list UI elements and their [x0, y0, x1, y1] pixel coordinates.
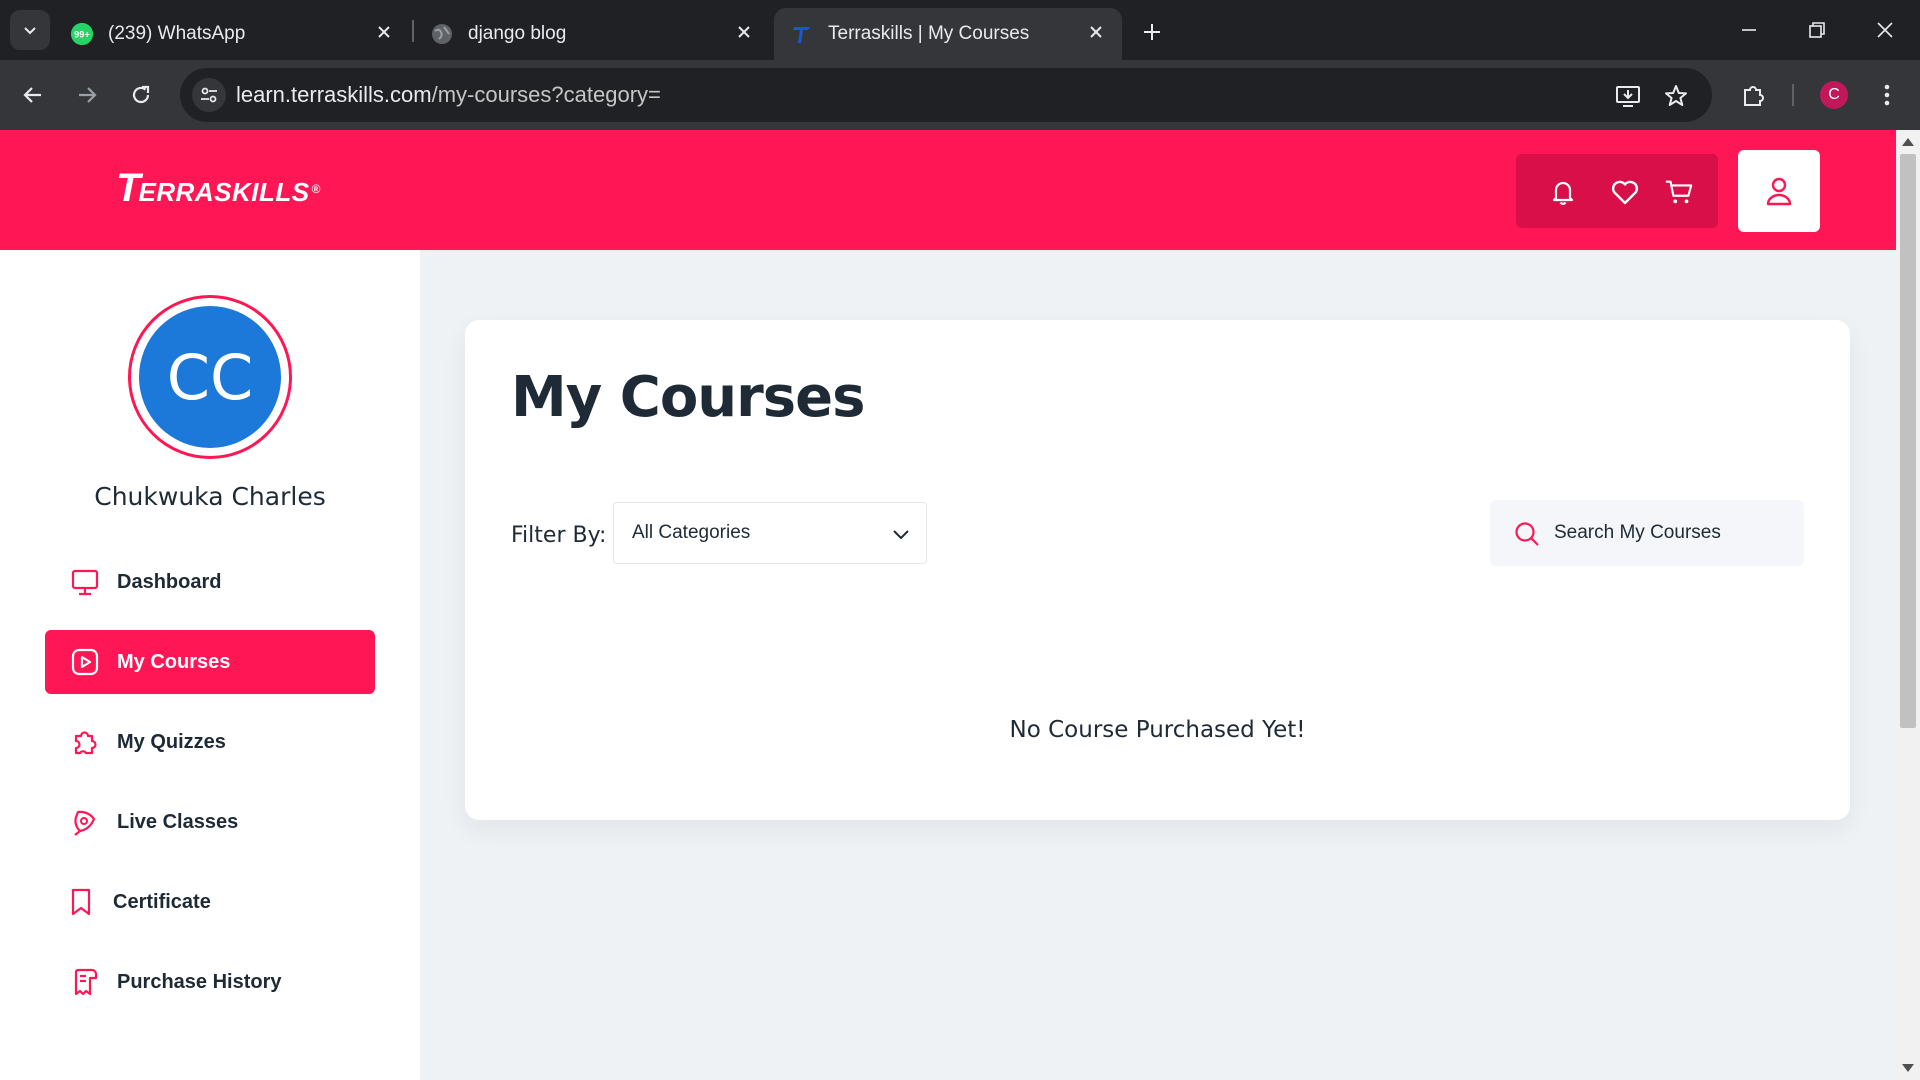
whatsapp-icon: 99+ [70, 22, 94, 46]
minimize-button[interactable] [1726, 12, 1772, 48]
tab-title: Terraskills | My Courses [828, 23, 1030, 44]
sidebar-item-label: Live Classes [117, 810, 239, 833]
sidebar-item-live-classes[interactable]: Live Classes [45, 790, 375, 854]
avatar-ring: CC [128, 295, 292, 459]
header-action-group [1516, 154, 1718, 228]
restore-button[interactable] [1794, 12, 1840, 48]
plus-icon [1144, 24, 1160, 40]
sidebar-item-purchase-history[interactable]: Purchase History [45, 950, 375, 1014]
install-icon [1616, 86, 1640, 107]
svg-text:99+: 99+ [74, 30, 90, 40]
tune-icon [201, 87, 217, 103]
bell-icon [1552, 181, 1574, 205]
back-button[interactable] [14, 76, 52, 114]
category-filter-value: All Categories [632, 522, 751, 543]
tab-whatsapp[interactable]: 99+ (239) WhatsApp [70, 8, 410, 60]
url-path: /my-courses?category= [431, 82, 661, 107]
account-button[interactable] [1738, 150, 1820, 232]
logo-registered-mark: ® [311, 182, 321, 196]
sidebar-item-label: Certificate [113, 890, 211, 913]
address-bar[interactable]: learn.terraskills.com/my-courses?categor… [180, 68, 1712, 122]
category-filter-select[interactable]: All Categories [613, 502, 927, 564]
sidebar-item-my-quizzes[interactable]: My Quizzes [45, 710, 375, 774]
logo-initial: T [116, 166, 140, 210]
search-placeholder: Search My Courses [1554, 522, 1721, 543]
toolbar-separator [1792, 84, 1794, 106]
arrow-right-icon [79, 87, 97, 103]
sidebar-item-label: Purchase History [117, 970, 282, 993]
chevron-down-icon [24, 27, 36, 35]
notifications-button[interactable] [1548, 177, 1578, 207]
forward-button[interactable] [68, 76, 106, 114]
course-search-input[interactable]: Search My Courses [1490, 500, 1804, 566]
tab-terraskills[interactable]: Terraskills | My Courses [774, 8, 1122, 60]
new-tab-button[interactable] [1136, 16, 1168, 48]
sidebar-item-dashboard[interactable]: Dashboard [45, 550, 375, 614]
url-host: learn.terraskills.com [236, 82, 432, 107]
wishlist-button[interactable] [1610, 177, 1640, 207]
more-vertical-icon [1884, 84, 1890, 106]
tab-django-blog[interactable]: django blog [430, 8, 770, 60]
profile-avatar-button[interactable]: C [1820, 81, 1848, 109]
globe-icon [430, 22, 454, 46]
url-text: learn.terraskills.com/my-courses?categor… [236, 82, 661, 108]
browser-menu-button[interactable] [1870, 78, 1904, 112]
tab-title: django blog [468, 23, 567, 44]
filter-label: Filter By: [511, 523, 607, 548]
site-header: T ERRASKILLS ® [0, 130, 1896, 250]
sidebar-item-my-courses[interactable]: My Courses [45, 630, 375, 694]
arrow-left-icon [23, 87, 41, 103]
sidebar-item-label: My Courses [117, 650, 231, 673]
page-scrollbar[interactable] [1896, 130, 1920, 1080]
browser-toolbar: learn.terraskills.com/my-courses?categor… [0, 60, 1920, 130]
bookmark-icon [65, 886, 97, 918]
scroll-up-arrow[interactable] [1902, 138, 1914, 146]
extensions-button[interactable] [1736, 78, 1770, 112]
close-icon [1877, 22, 1893, 38]
user-icon [1766, 177, 1792, 206]
sidebar-item-label: My Quizzes [117, 730, 226, 753]
scrollbar-thumb[interactable] [1900, 154, 1916, 728]
puzzle-piece-icon [1744, 86, 1764, 106]
terraskills-favicon [790, 22, 814, 46]
user-avatar[interactable]: CC [139, 306, 281, 448]
chevron-down-icon [888, 521, 914, 547]
restore-icon [1809, 22, 1825, 38]
page-title: My Courses [511, 365, 865, 430]
reload-icon [132, 85, 150, 104]
play-square-icon [69, 646, 101, 678]
close-tab-icon[interactable] [372, 20, 396, 44]
my-courses-card: My Courses Filter By: All Categories Sea… [465, 320, 1850, 820]
site-info-button[interactable] [192, 78, 226, 112]
close-window-button[interactable] [1862, 12, 1908, 48]
broadcast-icon [69, 806, 101, 838]
sidebar-item-label: Dashboard [117, 570, 222, 593]
search-icon [1512, 519, 1542, 549]
browser-tab-strip: 99+ (239) WhatsApp django blog Terraskil… [0, 0, 1920, 60]
page-viewport: T ERRASKILLS ® CC Chukwuka Charles Dashb… [0, 130, 1896, 1080]
cart-button[interactable] [1664, 177, 1694, 207]
monitor-icon [69, 566, 101, 598]
bookmark-star-button[interactable] [1660, 80, 1692, 112]
reload-button[interactable] [122, 76, 160, 114]
close-tab-icon[interactable] [1084, 20, 1108, 44]
heart-icon [1611, 180, 1639, 205]
puzzle-icon [69, 726, 101, 758]
tab-title: (239) WhatsApp [108, 23, 246, 44]
tab-search-button[interactable] [10, 10, 50, 50]
tab-separator [412, 20, 414, 42]
close-tab-icon[interactable] [732, 20, 756, 44]
scroll-down-arrow[interactable] [1902, 1064, 1914, 1072]
sidebar-item-certificate[interactable]: Certificate [45, 870, 375, 934]
cart-icon [1665, 180, 1693, 204]
receipt-icon [69, 966, 101, 998]
minimize-icon [1742, 29, 1756, 31]
install-app-button[interactable] [1612, 80, 1644, 112]
terraskills-logo[interactable]: T ERRASKILLS ® [116, 168, 320, 208]
logo-text: ERRASKILLS [138, 177, 310, 207]
star-icon [1665, 85, 1687, 106]
empty-state-message: No Course Purchased Yet! [1009, 717, 1306, 743]
user-name: Chukwuka Charles [94, 482, 326, 511]
dashboard-sidebar: CC Chukwuka Charles Dashboard My Courses… [0, 250, 420, 1080]
